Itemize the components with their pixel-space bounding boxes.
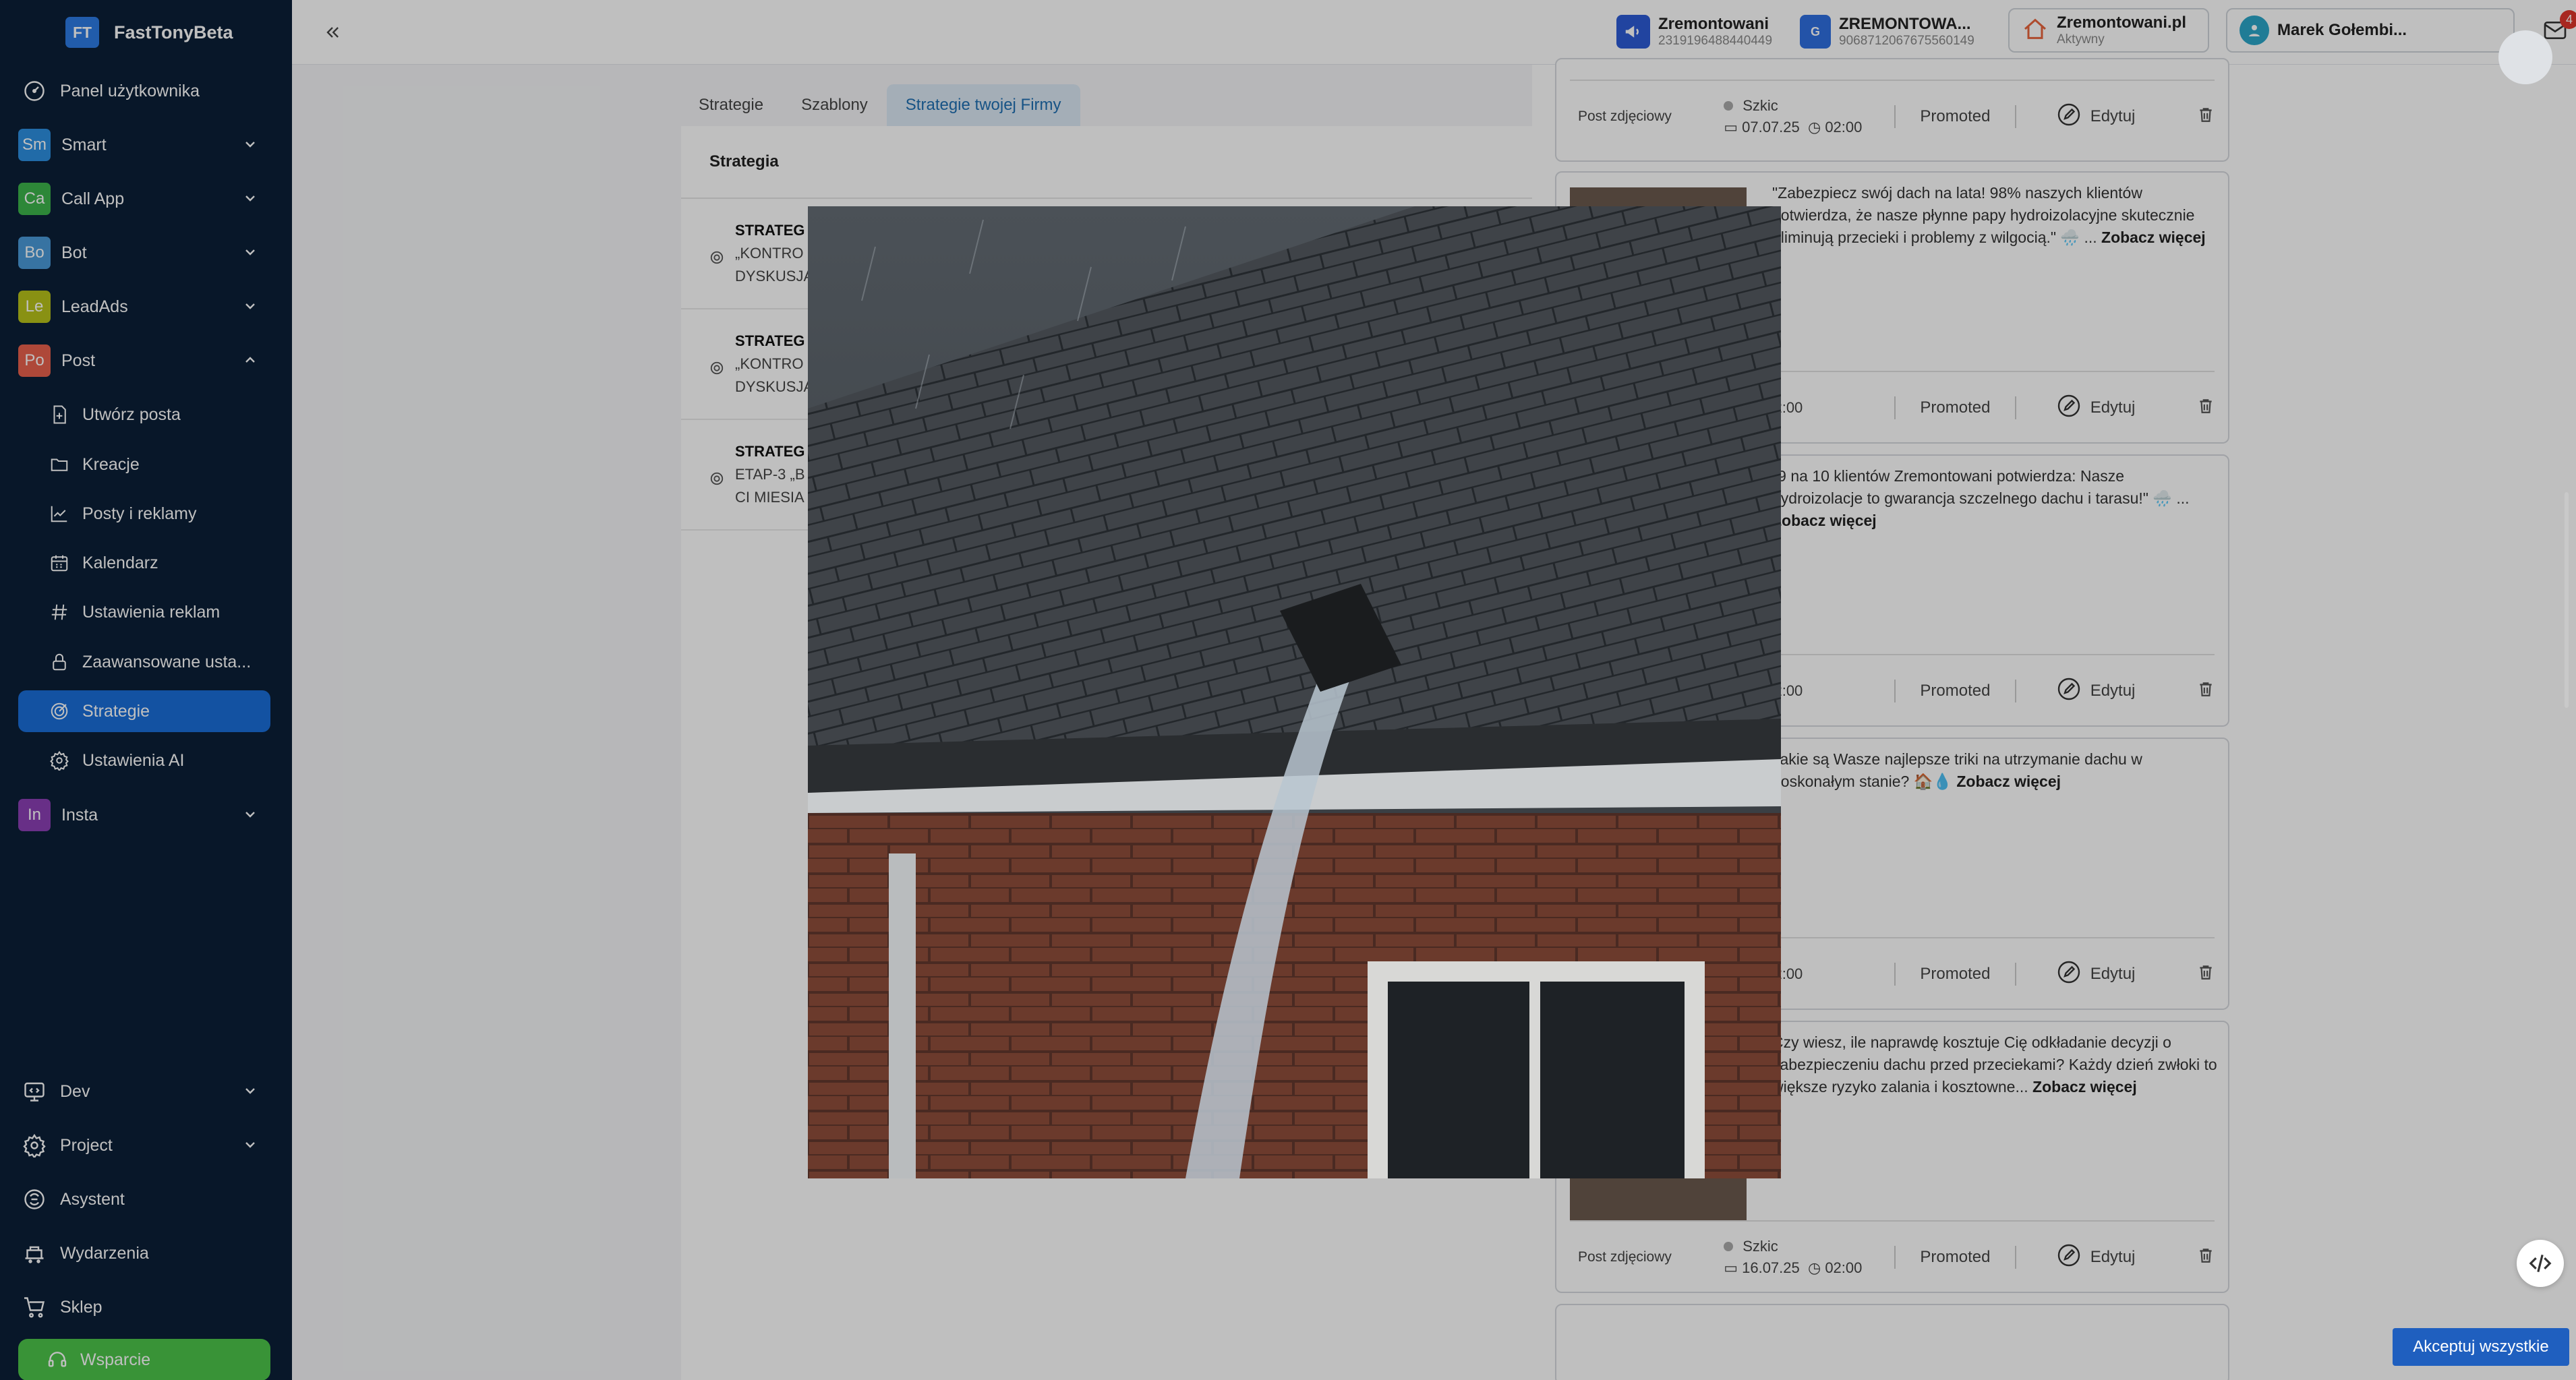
accept-cookies-button[interactable]: Akceptuj wszystkie [2393, 1328, 2569, 1366]
close-preview-button[interactable] [2498, 30, 2552, 84]
scrollbar[interactable] [2565, 492, 2569, 708]
image-preview [808, 206, 1781, 1178]
embed-code-button[interactable] [2517, 1240, 2564, 1287]
code-icon [2529, 1254, 2552, 1273]
roof-rain-photo [808, 206, 1781, 1178]
